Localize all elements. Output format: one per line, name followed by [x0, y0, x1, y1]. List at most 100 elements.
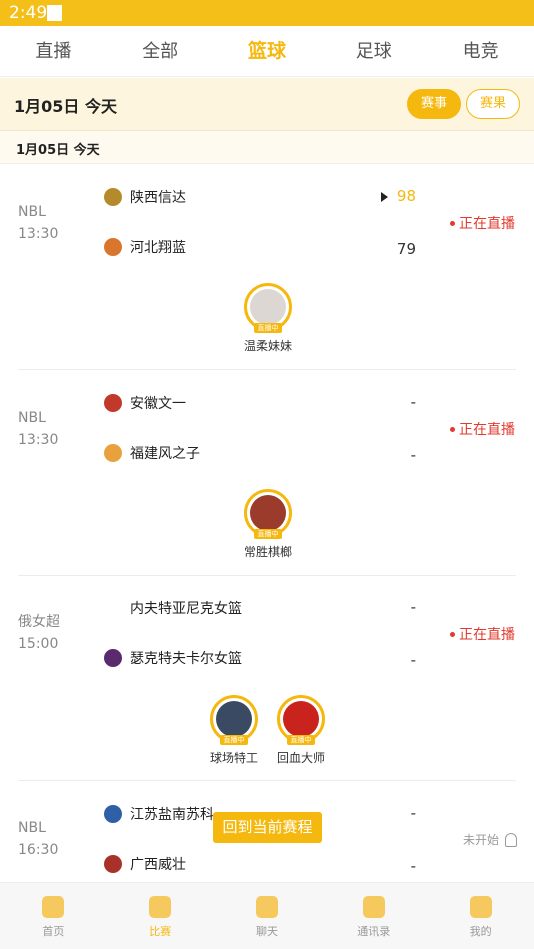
streamer-name: 回血大师 — [276, 751, 325, 765]
away-score: - — [410, 446, 416, 464]
tab-football[interactable]: 足球 — [320, 26, 427, 76]
live-status-label: 正在直播 — [459, 422, 515, 438]
status-bar: 2:49 — [0, 0, 534, 26]
home-team-name: 内夫特亚尼克女篮 — [130, 601, 242, 617]
section-date-header: 1月05日 今天 — [0, 130, 534, 164]
home-score: 98 — [396, 187, 416, 205]
away-team: 广西威壮 — [104, 852, 186, 876]
avatar: 直播中 — [244, 283, 292, 333]
streamer-photo — [283, 701, 319, 737]
away-team: 瑟克特夫卡尔女篮 — [104, 646, 242, 670]
match-time: 13:30 — [18, 226, 59, 242]
live-tag: 直播中 — [254, 529, 282, 539]
team-logo-icon — [104, 649, 122, 667]
home-team-name: 安徽文一 — [130, 396, 186, 412]
team-logo-icon — [104, 238, 122, 256]
home-team-name: 陕西信达 — [130, 190, 186, 206]
events-button[interactable]: 赛事 — [407, 89, 461, 119]
home-icon — [42, 896, 65, 918]
home-score: - — [410, 598, 416, 616]
team-logo-icon — [104, 855, 122, 873]
avatar: 直播中 — [210, 695, 258, 745]
back-to-current-button[interactable]: 回到当前赛程 — [213, 812, 322, 843]
away-team-name: 河北翔蓝 — [130, 240, 186, 256]
results-button[interactable]: 赛果 — [466, 89, 520, 119]
home-score: - — [410, 393, 416, 411]
league-name: NBL — [18, 820, 46, 836]
match-row[interactable]: NBL 13:30 陕西信达 98 河北翔蓝 79 正在直播 直播中 温柔妹妹 — [0, 165, 534, 370]
contacts-icon — [362, 896, 385, 918]
home-team: 陕西信达 — [104, 185, 186, 209]
home-team: 内夫特亚尼克女篮 — [104, 596, 242, 620]
streamer-name: 常胜棋榔 — [243, 545, 292, 559]
nav-label: 首页 — [42, 925, 65, 938]
live-status: 正在直播 — [450, 419, 515, 439]
notification-icon — [47, 5, 62, 21]
match-row[interactable]: NBL 13:30 安徽文一 - 福建风之子 - 正在直播 直播中 常胜棋榔 — [0, 371, 534, 576]
away-score: - — [410, 651, 416, 669]
live-status: 正在直播 — [450, 213, 515, 233]
chat-icon — [255, 896, 278, 918]
section-date-label: 1月05日 今天 — [16, 143, 100, 158]
team-logo-icon — [104, 188, 122, 206]
live-status-label: 正在直播 — [459, 627, 515, 643]
match-time: 15:00 — [18, 636, 59, 652]
home-team: 江苏盐南苏科 — [104, 802, 214, 826]
away-team-name: 福建风之子 — [130, 446, 200, 462]
match-row[interactable]: 俄女超 15:00 内夫特亚尼克女篮 - 瑟克特夫卡尔女篮 - 正在直播 直播中… — [0, 577, 534, 782]
match-time: 16:30 — [18, 842, 59, 858]
not-started-status: 未开始 — [463, 831, 518, 848]
live-tag: 直播中 — [254, 323, 282, 333]
streamer-photo — [250, 289, 286, 325]
league-name: 俄女超 — [18, 614, 60, 630]
away-team-name: 广西威壮 — [130, 857, 186, 873]
bell-icon[interactable] — [505, 832, 518, 847]
tab-all[interactable]: 全部 — [107, 26, 214, 76]
live-status-label: 正在直播 — [459, 216, 515, 232]
tab-basketball[interactable]: 篮球 — [214, 26, 321, 76]
team-logo-icon — [104, 394, 122, 412]
nav-chat[interactable]: 聊天 — [214, 883, 321, 949]
nav-home[interactable]: 首页 — [0, 883, 107, 949]
match-time: 13:30 — [18, 432, 59, 448]
live-dot-icon — [450, 426, 455, 432]
not-started-label: 未开始 — [463, 833, 500, 847]
home-team: 安徽文一 — [104, 391, 186, 415]
away-team: 福建风之子 — [104, 441, 200, 465]
nav-matches[interactable]: 比赛 — [107, 883, 214, 949]
divider — [18, 369, 516, 370]
live-dot-icon — [450, 631, 455, 637]
home-team-name: 江苏盐南苏科 — [130, 807, 214, 823]
team-logo-icon — [104, 599, 122, 617]
nav-label: 我的 — [469, 925, 492, 938]
date-selector[interactable]: 1月05日 今天 — [14, 93, 117, 117]
streamer[interactable]: 直播中 回血大师 — [261, 695, 341, 766]
scoreboard-icon — [149, 896, 172, 918]
team-logo-icon — [104, 444, 122, 462]
live-tag: 直播中 — [220, 735, 248, 745]
status-time: 2:49 — [9, 3, 48, 23]
tab-live[interactable]: 直播 — [0, 26, 107, 76]
live-status: 正在直播 — [450, 624, 515, 644]
away-team-name: 瑟克特夫卡尔女篮 — [130, 651, 242, 667]
avatar: 直播中 — [277, 695, 325, 745]
nav-contacts[interactable]: 通讯录 — [320, 883, 427, 949]
league-name: NBL — [18, 410, 46, 426]
home-score: - — [410, 804, 416, 822]
tab-esports[interactable]: 电竞 — [427, 26, 534, 76]
streamer[interactable]: 直播中 温柔妹妹 — [228, 283, 308, 354]
away-team: 河北翔蓝 — [104, 235, 186, 259]
avatar: 直播中 — [244, 489, 292, 539]
league-name: NBL — [18, 204, 46, 220]
divider — [18, 575, 516, 576]
streamer-photo — [250, 495, 286, 531]
nav-label: 聊天 — [255, 925, 278, 938]
streamer-photo — [216, 701, 252, 737]
nav-profile[interactable]: 我的 — [427, 883, 534, 949]
team-logo-icon — [104, 805, 122, 823]
category-tabs: 直播 全部 篮球 足球 电竞 — [0, 26, 534, 77]
streamer[interactable]: 直播中 常胜棋榔 — [228, 489, 308, 560]
away-score: - — [410, 857, 416, 875]
live-dot-icon — [450, 220, 455, 226]
live-tag: 直播中 — [287, 735, 315, 745]
